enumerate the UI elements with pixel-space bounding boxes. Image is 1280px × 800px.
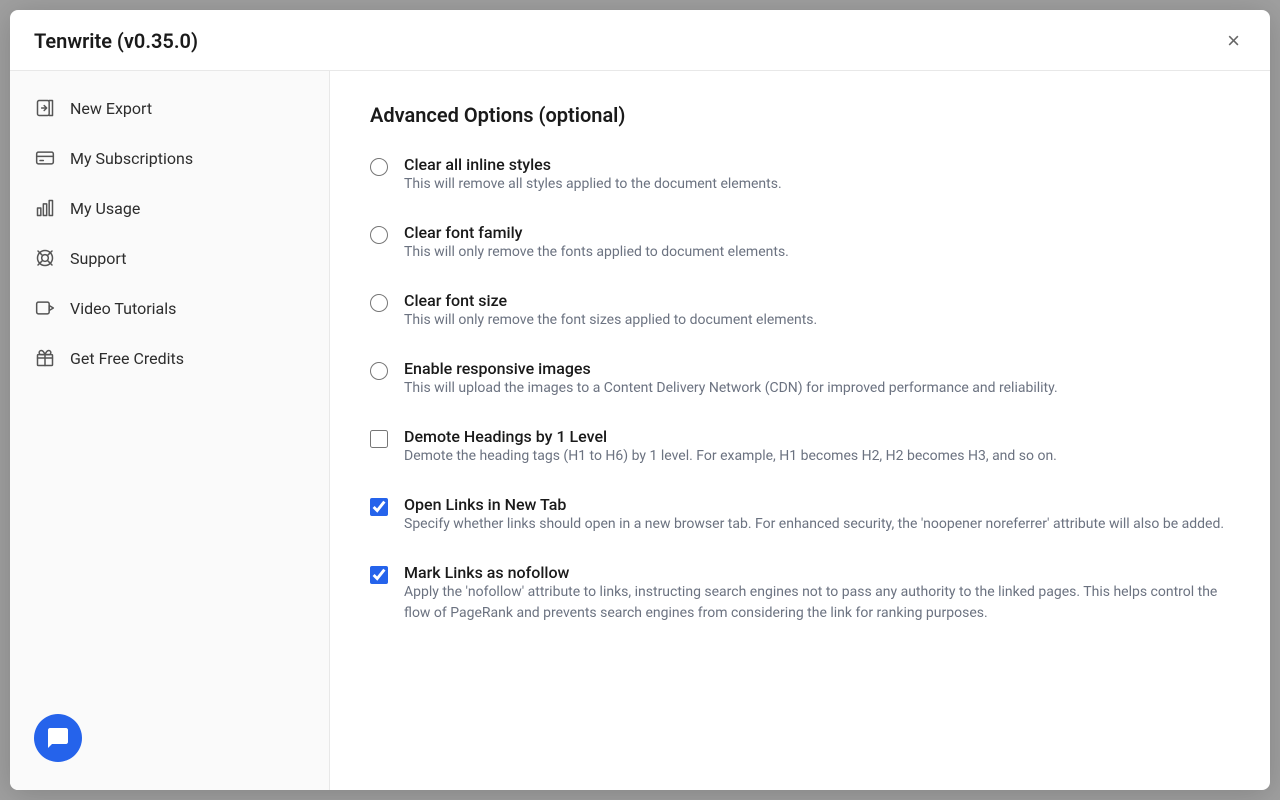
open-links-new-tab-text: Open Links in New TabSpecify whether lin… bbox=[404, 495, 1224, 535]
gift-icon bbox=[34, 347, 56, 369]
sidebar-bottom bbox=[10, 698, 329, 778]
sidebar-item-video-tutorials[interactable]: Video Tutorials bbox=[10, 283, 329, 333]
sidebar-item-label: My Subscriptions bbox=[70, 149, 193, 168]
section-title: Advanced Options (optional) bbox=[370, 103, 1230, 127]
lifesaver-icon bbox=[34, 247, 56, 269]
clear-font-size-input[interactable] bbox=[370, 294, 388, 312]
video-icon bbox=[34, 297, 56, 319]
modal-title: Tenwrite (v0.35.0) bbox=[34, 29, 198, 53]
clear-font-size-text: Clear font sizeThis will only remove the… bbox=[404, 291, 817, 331]
sidebar-item-label: Video Tutorials bbox=[70, 299, 176, 318]
sidebar-item-label: Get Free Credits bbox=[70, 349, 184, 368]
sidebar-item-label: New Export bbox=[70, 99, 152, 118]
option-row-clear-font-family: Clear font familyThis will only remove t… bbox=[370, 223, 1230, 263]
mark-links-nofollow-label[interactable]: Mark Links as nofollow bbox=[404, 563, 569, 582]
close-button[interactable]: × bbox=[1221, 28, 1246, 54]
clear-font-family-desc: This will only remove the fonts applied … bbox=[404, 242, 789, 263]
option-row-clear-font-size: Clear font sizeThis will only remove the… bbox=[370, 291, 1230, 331]
sidebar-item-support[interactable]: Support bbox=[10, 233, 329, 283]
modal: Tenwrite (v0.35.0) × bbox=[10, 10, 1270, 790]
clear-font-size-label[interactable]: Clear font size bbox=[404, 291, 507, 310]
chat-button[interactable] bbox=[34, 714, 82, 762]
sidebar-item-label: Support bbox=[70, 249, 126, 268]
open-links-new-tab-input[interactable] bbox=[370, 498, 388, 516]
clear-font-size-desc: This will only remove the font sizes app… bbox=[404, 310, 817, 331]
demote-headings-label[interactable]: Demote Headings by 1 Level bbox=[404, 427, 607, 446]
enable-responsive-images-input[interactable] bbox=[370, 362, 388, 380]
option-row-open-links-new-tab: Open Links in New TabSpecify whether lin… bbox=[370, 495, 1230, 535]
enable-responsive-images-label[interactable]: Enable responsive images bbox=[404, 359, 591, 378]
clear-inline-styles-desc: This will remove all styles applied to t… bbox=[404, 174, 782, 195]
demote-headings-input[interactable] bbox=[370, 430, 388, 448]
enable-responsive-images-desc: This will upload the images to a Content… bbox=[404, 378, 1058, 399]
mark-links-nofollow-desc: Apply the 'nofollow' attribute to links,… bbox=[404, 582, 1230, 624]
open-links-new-tab-label[interactable]: Open Links in New Tab bbox=[404, 495, 566, 514]
sidebar-item-my-subscriptions[interactable]: My Subscriptions bbox=[10, 133, 329, 183]
export-icon bbox=[34, 97, 56, 119]
mark-links-nofollow-input[interactable] bbox=[370, 566, 388, 584]
open-links-new-tab-desc: Specify whether links should open in a n… bbox=[404, 514, 1224, 535]
clear-font-family-text: Clear font familyThis will only remove t… bbox=[404, 223, 789, 263]
sidebar-nav: New Export My Subscriptions bbox=[10, 83, 329, 383]
sidebar-item-new-export[interactable]: New Export bbox=[10, 83, 329, 133]
option-row-mark-links-nofollow: Mark Links as nofollowApply the 'nofollo… bbox=[370, 563, 1230, 624]
clear-inline-styles-text: Clear all inline stylesThis will remove … bbox=[404, 155, 782, 195]
sidebar: New Export My Subscriptions bbox=[10, 71, 330, 790]
option-row-demote-headings: Demote Headings by 1 LevelDemote the hea… bbox=[370, 427, 1230, 467]
bar-chart-icon bbox=[34, 197, 56, 219]
card-icon bbox=[34, 147, 56, 169]
sidebar-item-get-free-credits[interactable]: Get Free Credits bbox=[10, 333, 329, 383]
clear-inline-styles-label[interactable]: Clear all inline styles bbox=[404, 155, 551, 174]
demote-headings-desc: Demote the heading tags (H1 to H6) by 1 … bbox=[404, 446, 1057, 467]
sidebar-item-my-usage[interactable]: My Usage bbox=[10, 183, 329, 233]
enable-responsive-images-text: Enable responsive imagesThis will upload… bbox=[404, 359, 1058, 399]
main-content: Advanced Options (optional) Clear all in… bbox=[330, 71, 1270, 790]
mark-links-nofollow-text: Mark Links as nofollowApply the 'nofollo… bbox=[404, 563, 1230, 624]
clear-font-family-label[interactable]: Clear font family bbox=[404, 223, 523, 242]
clear-font-family-input[interactable] bbox=[370, 226, 388, 244]
demote-headings-text: Demote Headings by 1 LevelDemote the hea… bbox=[404, 427, 1057, 467]
modal-body: New Export My Subscriptions bbox=[10, 71, 1270, 790]
option-row-clear-inline-styles: Clear all inline stylesThis will remove … bbox=[370, 155, 1230, 195]
sidebar-item-label: My Usage bbox=[70, 199, 140, 218]
clear-inline-styles-input[interactable] bbox=[370, 158, 388, 176]
options-container: Clear all inline stylesThis will remove … bbox=[370, 155, 1230, 624]
modal-overlay: Tenwrite (v0.35.0) × bbox=[0, 0, 1280, 800]
option-row-enable-responsive-images: Enable responsive imagesThis will upload… bbox=[370, 359, 1230, 399]
modal-header: Tenwrite (v0.35.0) × bbox=[10, 10, 1270, 71]
